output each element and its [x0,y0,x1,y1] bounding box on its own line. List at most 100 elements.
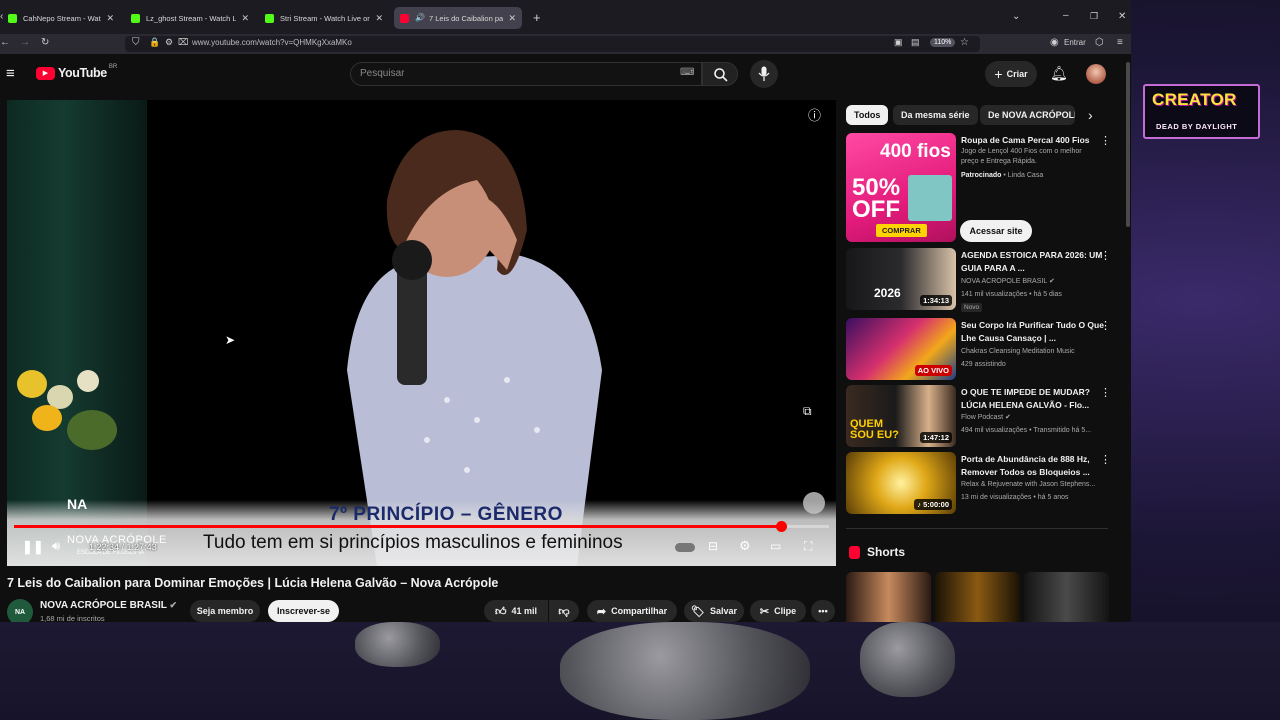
account-label[interactable]: Entrar [1064,39,1086,47]
tab-1[interactable]: CahNepo Stream - Watch L ✕ [2,7,120,29]
more-vertical-icon[interactable]: ⋮ [1100,453,1111,466]
menu-icon[interactable]: ≡ [1117,38,1123,48]
video-player[interactable]: ⓘ ⧉ 7º PRINCÍPIO – GÊNERO Tudo tem em si… [7,100,836,566]
shield-icon[interactable]: ⛉ [132,38,140,48]
shorts-icon [849,546,860,559]
close-tab-icon[interactable]: ✕ [101,13,114,24]
video-title[interactable]: O QUE TE IMPEDE DE MUDAR? LÚCIA HELENA G… [961,386,1106,411]
progress-bar[interactable] [14,521,829,532]
ad-sponsor-line: Patrocinado • Linda Casa [961,172,1044,179]
sponsored-label: Patrocinado [961,172,1002,179]
time-total: 1:27:43 [126,542,157,552]
more-vertical-icon[interactable]: ⋮ [1100,386,1111,399]
back-icon[interactable]: ← [0,38,10,48]
settings-gear-icon[interactable]: ⚙ [739,539,751,552]
pip-icon[interactable]: ▣ [894,38,903,47]
close-tab-icon[interactable]: ✕ [370,13,383,24]
advertiser-name: Linda Casa [1007,172,1044,179]
volume-icon[interactable]: 🔊︎ [52,539,60,552]
subscribe-button[interactable]: Inscrever-se [268,600,339,622]
url-text[interactable]: www.youtube.com/watch?v=QHMKgXxaMKo [192,38,352,47]
video-title[interactable]: Seu Corpo Irá Purificar Tudo O Que Lhe C… [961,319,1106,344]
pause-icon[interactable]: ❚❚ [22,540,44,553]
forward-icon[interactable]: → [20,38,30,48]
verified-icon: ✔ [1048,278,1055,285]
progress-scrubber[interactable] [775,521,787,532]
like-button[interactable]: 👍︎ 41 mil [484,600,548,622]
screenshot-icon[interactable]: ▤ [911,38,920,47]
tab-list-icon[interactable]: ⌄ [1012,12,1020,22]
info-icon[interactable]: ⓘ [808,109,821,122]
new-tab-icon[interactable]: + [533,11,541,24]
autoplay-toggle[interactable] [675,543,695,552]
more-vertical-icon[interactable]: ⋮ [1100,134,1111,147]
voice-search-button[interactable] [750,60,778,88]
search-button[interactable] [702,62,738,86]
video-thumbnail[interactable]: AO VIVO [846,318,956,380]
maximize-icon[interactable]: ❐ [1090,12,1098,21]
share-button[interactable]: ➦ Compartilhar [587,600,677,622]
more-actions-button[interactable]: ••• [811,600,835,622]
new-badge: Novo [961,303,983,312]
short-thumbnail[interactable] [1024,572,1109,622]
more-vertical-icon[interactable]: ⋮ [1100,319,1111,332]
theater-mode-icon[interactable]: ▭ [770,540,781,552]
video-channel[interactable]: Chakras Cleansing Meditation Music [961,347,1111,357]
miniplayer-icon[interactable]: ⧉ [803,405,812,417]
hamburger-menu-icon[interactable]: ≡ [6,66,15,81]
video-channel[interactable]: Relax & Rejuvenate with Jason Stephens..… [961,480,1111,490]
user-avatar[interactable] [1086,64,1106,84]
zoom-level[interactable]: 110% [930,38,956,47]
join-button[interactable]: Seja membro [190,600,260,622]
tab-4-active[interactable]: 🔊 7 Leis do Caibalion para Do ✕ [394,7,522,29]
extensions-icon[interactable]: ⬡ [1095,38,1104,48]
chip-from-channel[interactable]: De NOVA ACRÓPOLE [980,105,1075,125]
fullscreen-icon[interactable]: ⛶ [804,540,812,552]
video-channel[interactable]: NOVA ACRÓPOLE BRASIL ✔ [961,277,1111,287]
tab-2[interactable]: Lz_ghost Stream - Watch Li ✕ [125,7,255,29]
save-button[interactable]: 🏷︎ Salvar [684,600,744,622]
chevron-right-icon[interactable]: › [1088,108,1093,122]
minimize-icon[interactable]: – [1063,11,1069,21]
close-tab-icon[interactable]: ✕ [236,13,249,24]
close-tab-icon[interactable]: ✕ [503,13,516,24]
create-button[interactable]: + Criar [985,61,1037,87]
close-window-icon[interactable]: ✕ [1118,12,1126,22]
more-vertical-icon[interactable]: ⋮ [1100,249,1111,262]
short-thumbnail[interactable] [846,572,931,622]
clip-button[interactable]: ✂ Clipe [750,600,806,622]
permissions-icon[interactable]: ⚙ [165,38,173,47]
subtitles-icon[interactable]: ⊟ [708,540,718,552]
video-thumbnail[interactable]: QUEM SOU EU? 1:47:12 [846,385,956,447]
page-scrollbar[interactable] [1126,62,1130,227]
clip-label: Clipe [774,606,797,616]
ad-thumbnail[interactable]: 400 fios 50% OFF COMPRAR [846,133,956,242]
watermark-logo-icon[interactable] [803,492,825,514]
chip-same-series[interactable]: Da mesma série [893,105,978,125]
video-thumbnail[interactable]: 2026 1:34:13 [846,248,956,310]
notifications-bell-icon[interactable]: 🔔︎ [1050,66,1068,80]
youtube-logo[interactable]: ▶ YouTube BR [36,64,117,80]
reader-icon[interactable]: ⌧ [178,38,188,47]
account-icon[interactable]: ◉ [1050,38,1059,48]
chip-all[interactable]: Todos [846,105,889,125]
lock-icon[interactable]: 🔒 [149,38,160,47]
video-title[interactable]: AGENDA ESTOICA PARA 2026: UM GUIA PARA A… [961,249,1106,274]
channel-name[interactable]: NOVA ACRÓPOLE BRASIL ✔ [40,600,177,611]
ad-thumb-headline: 400 fios [880,141,951,162]
time-display: 1:22:34 / 1:27:43 [89,542,157,552]
ad-visit-site-button[interactable]: Acessar site [960,220,1032,242]
ad-title[interactable]: Roupa de Cama Percal 400 Fios [961,134,1106,147]
dislike-button[interactable]: 👎︎ [549,600,579,622]
reload-icon[interactable]: ↻ [41,38,49,48]
video-title[interactable]: Porta de Abundância de 888 Hz, Remover T… [961,453,1106,478]
video-thumbnail[interactable]: ♪ 5:00:00 [846,452,956,514]
short-thumbnail[interactable] [935,572,1020,622]
speaker-icon[interactable]: 🔊 [415,14,425,22]
channel-avatar[interactable]: NA [7,599,33,622]
video-meta: 141 mil visualizações • há 5 dias [961,291,1062,298]
bookmark-star-icon[interactable]: ☆ [960,38,969,48]
video-channel[interactable]: Flow Podcast ✔ [961,413,1111,423]
keyboard-icon[interactable]: ⌨ [680,68,694,78]
tab-3[interactable]: Stri Stream - Watch Live or ✕ [259,7,389,29]
